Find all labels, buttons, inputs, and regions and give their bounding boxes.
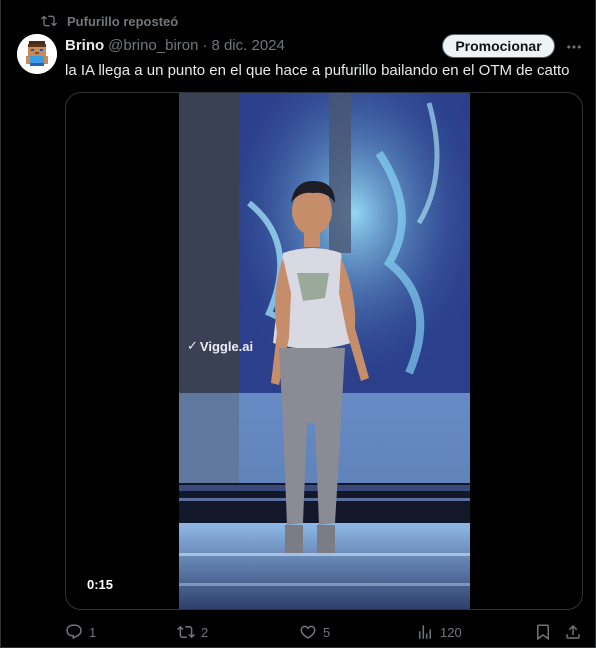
share-icon	[566, 624, 580, 639]
video-player[interactable]: ✓ Viggle.ai 0:15	[65, 92, 583, 610]
reply-button[interactable]: 1	[65, 620, 96, 644]
author-name[interactable]: Brino	[65, 37, 104, 54]
bookmark-icon	[537, 624, 549, 641]
promote-button[interactable]: Promocionar	[442, 34, 555, 58]
pixel-avatar-image	[17, 34, 57, 74]
action-bar: 1 2 5 120	[65, 620, 583, 644]
more-icon	[567, 45, 581, 49]
like-count: 5	[323, 624, 331, 640]
video-frame[interactable]: ✓ Viggle.ai	[179, 93, 470, 609]
tweet-header: Brino @brino_biron · 8 dic. 2024	[65, 35, 285, 55]
bookmark-button[interactable]	[534, 620, 552, 644]
like-button[interactable]: 5	[299, 620, 330, 644]
avatar[interactable]	[17, 34, 57, 74]
viggle-logo-icon: ✓	[187, 338, 198, 353]
repost-text: Pufurillo reposteó	[67, 13, 179, 29]
repost-count: 2	[201, 624, 209, 640]
views-count: 120	[440, 624, 462, 640]
watermark-text: Viggle.ai	[199, 338, 254, 354]
separator-dot: ·	[202, 36, 208, 54]
more-button[interactable]	[564, 37, 584, 57]
views-button[interactable]: 120	[416, 620, 462, 644]
tweet[interactable]: Pufurillo reposteó Brino @brino_biron · …	[0, 0, 596, 648]
reply-icon	[66, 624, 82, 640]
tweet-date[interactable]: 8 dic. 2024	[211, 37, 284, 54]
watermark: ✓ Viggle.ai	[187, 338, 253, 354]
heart-icon	[300, 625, 316, 639]
repost-indicator[interactable]: Pufurillo reposteó	[41, 12, 178, 30]
reply-count: 1	[89, 624, 97, 640]
tweet-text: la IA llega a un punto en el que hace a …	[65, 62, 570, 79]
author-handle[interactable]: @brino_biron	[108, 37, 198, 54]
views-icon	[419, 625, 431, 639]
video-duration: 0:15	[82, 575, 119, 594]
share-button[interactable]	[564, 620, 582, 644]
repost-icon	[41, 15, 57, 27]
repost-icon	[177, 625, 195, 639]
repost-button[interactable]: 2	[177, 620, 208, 644]
